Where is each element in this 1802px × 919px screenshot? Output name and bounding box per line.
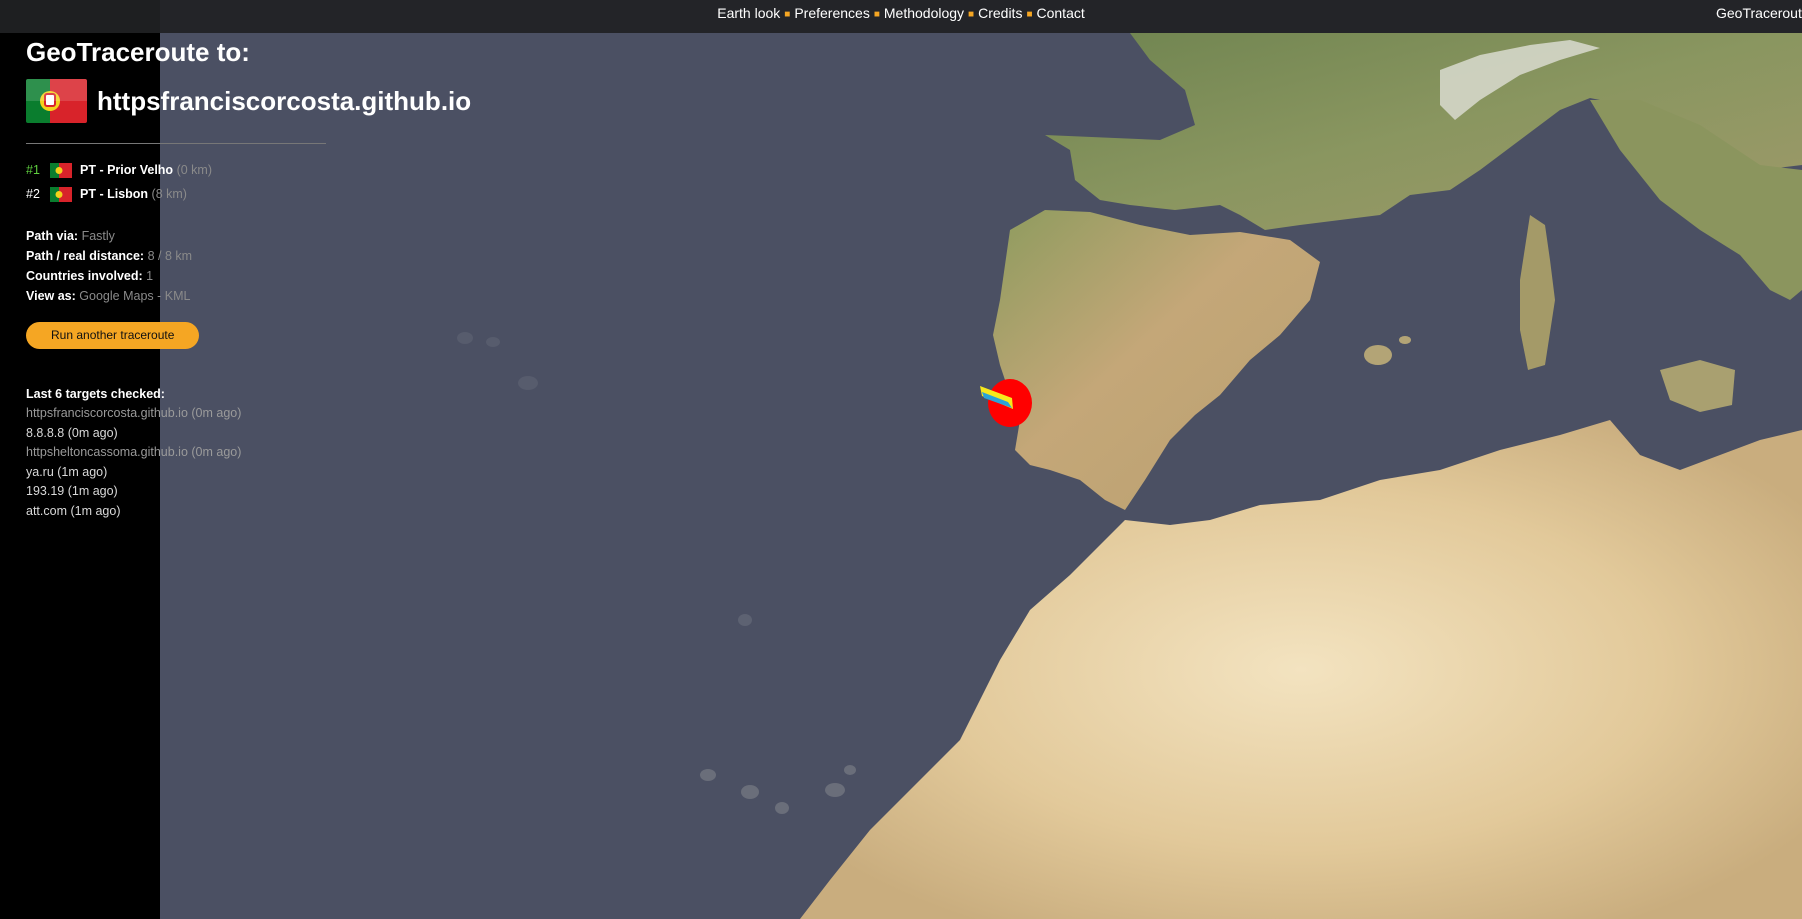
- brand-link[interactable]: GeoTraceroute: [1716, 0, 1802, 27]
- nav-credits[interactable]: Credits: [978, 5, 1022, 21]
- nav-separator: ■: [873, 9, 880, 20]
- target-hostname: httpsfranciscorcosta.github.io: [97, 85, 472, 116]
- hop-distance: (0 km): [176, 163, 212, 177]
- path-via-value: Fastly: [81, 229, 115, 243]
- distance-row: Path / real distance: 8 / 8 km: [26, 246, 331, 266]
- nav-earth-look[interactable]: Earth look: [717, 5, 780, 21]
- hop-distance: (8 km): [151, 187, 187, 201]
- divider: [26, 143, 326, 144]
- hop-row[interactable]: #2 PT - Lisbon (8 km): [26, 182, 331, 206]
- nav-separator: ■: [1026, 9, 1033, 20]
- last-target-link[interactable]: att.com (1m ago): [26, 502, 331, 522]
- view-separator: -: [157, 289, 162, 303]
- hop-number: #2: [26, 187, 40, 201]
- view-as-row: View as: Google Maps - KML: [26, 286, 331, 306]
- hop-location: PT - Lisbon: [80, 187, 149, 201]
- nav-methodology[interactable]: Methodology: [884, 5, 964, 21]
- countries-label: Countries involved:: [26, 269, 143, 283]
- last-target-link[interactable]: 8.8.8.8 (0m ago): [26, 424, 331, 444]
- hop-location: PT - Prior Velho: [80, 163, 174, 177]
- nav-separator: ■: [968, 9, 975, 20]
- google-maps-link[interactable]: Google Maps: [79, 289, 153, 303]
- nav-separator: ■: [784, 9, 791, 20]
- hop-row[interactable]: #1 PT - Prior Velho (0 km): [26, 158, 331, 182]
- last-target-link[interactable]: 193.19 (1m ago): [26, 482, 331, 502]
- last-target-link[interactable]: ya.ru (1m ago): [26, 463, 331, 483]
- last-targets-title: Last 6 targets checked:: [26, 387, 165, 401]
- distance-value: 8 / 8 km: [147, 249, 193, 263]
- portugal-flag-icon: [50, 186, 72, 202]
- last-target-link[interactable]: httpsfranciscorcosta.github.io (0m ago): [26, 404, 331, 424]
- traceroute-results-panel: GeoTraceroute to: httpsfranciscorcosta.g…: [26, 36, 471, 522]
- last-target-link[interactable]: httpsheltoncassoma.github.io (0m ago): [26, 443, 331, 463]
- run-another-traceroute-button[interactable]: Run another traceroute: [26, 322, 200, 349]
- portugal-flag-icon: [50, 162, 72, 178]
- top-navigation-bar: Earth look ■ Preferences ■ Methodology ■ Credi…: [0, 0, 1802, 33]
- nav-contact[interactable]: Contact: [1037, 5, 1085, 21]
- path-via-row: Path via: Fastly: [26, 226, 331, 246]
- countries-value: 1: [146, 269, 154, 283]
- nav-preferences[interactable]: Preferences: [794, 5, 869, 21]
- target-row: httpsfranciscorcosta.github.io: [26, 78, 471, 124]
- portugal-flag-icon: [26, 79, 87, 123]
- view-as-label: View as:: [26, 289, 76, 303]
- main-nav: Earth look ■ Preferences ■ Methodology ■ Credi…: [0, 0, 1802, 28]
- hop-number: #1: [26, 163, 40, 177]
- kml-link[interactable]: KML: [165, 289, 191, 303]
- page-title: GeoTraceroute to:: [26, 37, 250, 67]
- distance-label: Path / real distance:: [26, 249, 145, 263]
- path-via-label: Path via:: [26, 229, 79, 243]
- countries-row: Countries involved: 1: [26, 266, 331, 286]
